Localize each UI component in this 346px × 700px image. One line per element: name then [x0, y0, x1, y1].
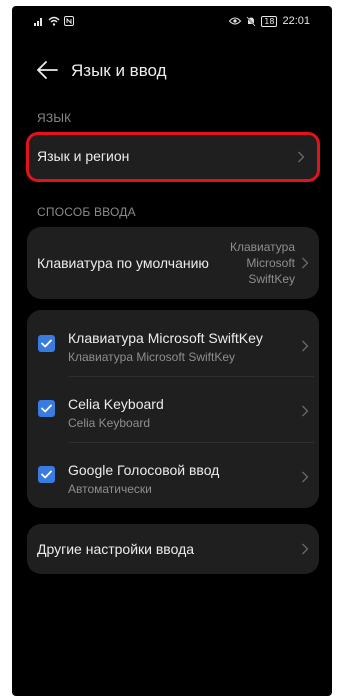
- keyboard-subtitle: Автоматически: [68, 482, 152, 496]
- keyboard-title: Клавиатура Microsoft SwiftKey: [68, 330, 263, 346]
- chevron-right-icon: [302, 257, 309, 269]
- keyboard-item-celia[interactable]: Celia Keyboard Celia Keyboard: [27, 376, 319, 442]
- chevron-right-icon: [302, 405, 309, 417]
- status-time: 22:01: [282, 15, 310, 27]
- highlight-frame: [26, 132, 320, 182]
- keyboard-title: Celia Keyboard: [68, 396, 164, 412]
- checkmark-icon: [41, 404, 52, 413]
- phone-screen: 18 22:01 Язык и ввод ЯЗЫК Язык и регион …: [12, 6, 332, 696]
- header: Язык и ввод: [12, 50, 332, 94]
- nfc-icon: [64, 16, 74, 26]
- chevron-right-icon: [302, 543, 309, 555]
- keyboard-item-swiftkey[interactable]: Клавиатура Microsoft SwiftKey Клавиатура…: [27, 310, 319, 376]
- status-bar: 18 22:01: [12, 6, 332, 40]
- wifi-icon: [48, 16, 60, 26]
- checkmark-icon: [41, 470, 52, 479]
- chevron-right-icon: [302, 340, 309, 352]
- eye-icon: [229, 17, 242, 25]
- checkbox-celia[interactable]: [38, 400, 55, 417]
- checkbox-google-voice[interactable]: [38, 466, 55, 483]
- keyboard-title: Google Голосовой ввод: [68, 462, 220, 478]
- default-keyboard-label: Клавиатура по умолчанию: [37, 255, 209, 271]
- signal-icon: [34, 18, 42, 26]
- chevron-right-icon: [302, 471, 309, 483]
- checkbox-swiftkey[interactable]: [38, 335, 55, 352]
- section-label-language: ЯЗЫК: [37, 111, 72, 125]
- page-title: Язык и ввод: [71, 61, 167, 80]
- status-right: 18 22:01: [229, 15, 310, 27]
- other-input-settings-item[interactable]: Другие настройки ввода: [27, 524, 319, 574]
- keyboard-subtitle: Клавиатура Microsoft SwiftKey: [68, 350, 236, 364]
- back-arrow-icon[interactable]: [36, 60, 58, 80]
- keyboard-subtitle: Celia Keyboard: [68, 416, 151, 430]
- checkmark-icon: [41, 339, 52, 348]
- default-keyboard-value: Клавиатура Microsoft SwiftKey: [230, 240, 295, 286]
- mute-icon: [246, 16, 256, 26]
- section-label-input-method: СПОСОБ ВВОДА: [37, 205, 136, 219]
- other-input-settings-label: Другие настройки ввода: [37, 541, 195, 557]
- default-keyboard-item[interactable]: Клавиатура по умолчанию Клавиатура Micro…: [27, 227, 319, 299]
- keyboard-item-google-voice[interactable]: Google Голосовой ввод Автоматически: [27, 442, 319, 508]
- status-left: [34, 16, 74, 26]
- battery-icon: 18: [261, 15, 278, 27]
- keyboards-list: Клавиатура Microsoft SwiftKey Клавиатура…: [27, 310, 319, 508]
